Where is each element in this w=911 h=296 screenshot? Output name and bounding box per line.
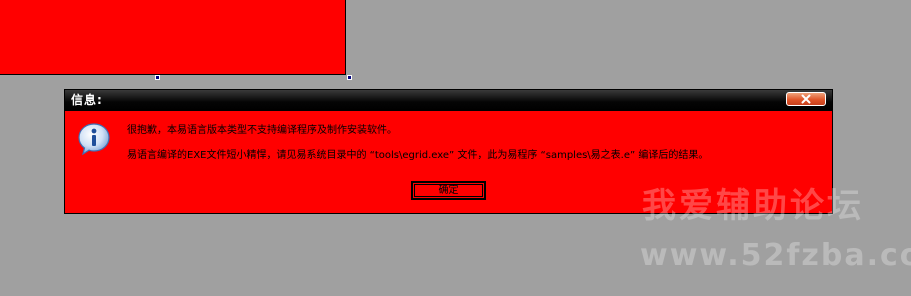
ok-button-label: 确定 (414, 184, 483, 197)
watermark-url: www.52fzba.com (640, 238, 911, 273)
dialog-titlebar[interactable]: 信息: (65, 90, 832, 111)
dialog-message-line-1: 很抱歉，本易语言版本类型不支持编译程序及制作安装软件。 (127, 125, 397, 136)
dialog-message-line-2: 易语言编译的EXE文件短小精悍，请见易系统目录中的 “tools\egrid.e… (127, 150, 709, 161)
info-icon (78, 123, 110, 156)
selected-red-control[interactable] (0, 0, 346, 75)
resize-handle[interactable] (155, 75, 160, 80)
close-icon (801, 94, 811, 104)
ok-button[interactable]: 确定 (411, 181, 486, 200)
watermark-text: 我爱辅助论坛 (642, 186, 864, 226)
dialog-title: 信息: (71, 93, 103, 107)
resize-handle[interactable] (347, 75, 352, 80)
close-button[interactable] (786, 92, 826, 106)
